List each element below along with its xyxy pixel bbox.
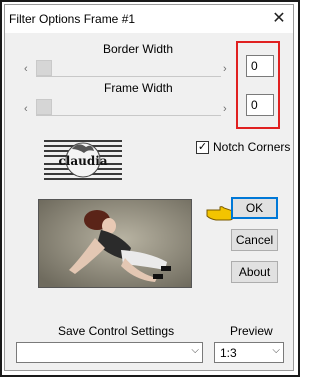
preview-label: Preview xyxy=(230,324,273,338)
border-width-left-arrow-icon[interactable]: ‹ xyxy=(24,63,28,75)
frame-width-label: Frame Width xyxy=(104,81,173,95)
border-width-slider-thumb[interactable] xyxy=(36,60,52,76)
filter-dialog: Filter Options Frame #1 ✕ Border Width ‹… xyxy=(4,4,294,371)
frame-width-left-arrow-icon[interactable]: ‹ xyxy=(24,103,28,115)
notch-corners-label: Notch Corners xyxy=(213,140,291,154)
close-icon[interactable]: ✕ xyxy=(270,10,288,28)
window-title: Filter Options Frame #1 xyxy=(9,12,136,26)
ok-button[interactable]: OK xyxy=(231,197,278,219)
preview-photo xyxy=(39,200,191,287)
border-width-label: Border Width xyxy=(103,42,174,56)
save-settings-dropdown[interactable]: ⌵ xyxy=(16,342,203,363)
frame-width-slider[interactable] xyxy=(36,99,221,116)
border-width-slider[interactable] xyxy=(36,60,221,77)
claudia-logo: claudia xyxy=(44,140,122,180)
notch-corners-checkbox[interactable]: ✓ xyxy=(196,141,209,154)
about-button[interactable]: About xyxy=(231,261,278,283)
title-bar: Filter Options Frame #1 ✕ xyxy=(5,5,293,33)
chevron-down-icon[interactable]: ⌵ xyxy=(272,345,280,356)
frame-width-right-arrow-icon[interactable]: › xyxy=(223,103,227,115)
frame-width-slider-thumb[interactable] xyxy=(36,99,52,115)
border-width-right-arrow-icon[interactable]: › xyxy=(223,63,227,75)
save-settings-label: Save Control Settings xyxy=(58,324,175,338)
preview-image xyxy=(38,199,192,288)
preview-zoom-dropdown[interactable]: 1:3 ⌵ xyxy=(214,342,284,363)
preview-zoom-value: 1:3 xyxy=(220,346,237,360)
chevron-down-icon[interactable]: ⌵ xyxy=(191,345,199,356)
highlight-box xyxy=(236,41,280,129)
logo-text: claudia xyxy=(58,154,107,168)
cancel-button[interactable]: Cancel xyxy=(231,229,278,251)
